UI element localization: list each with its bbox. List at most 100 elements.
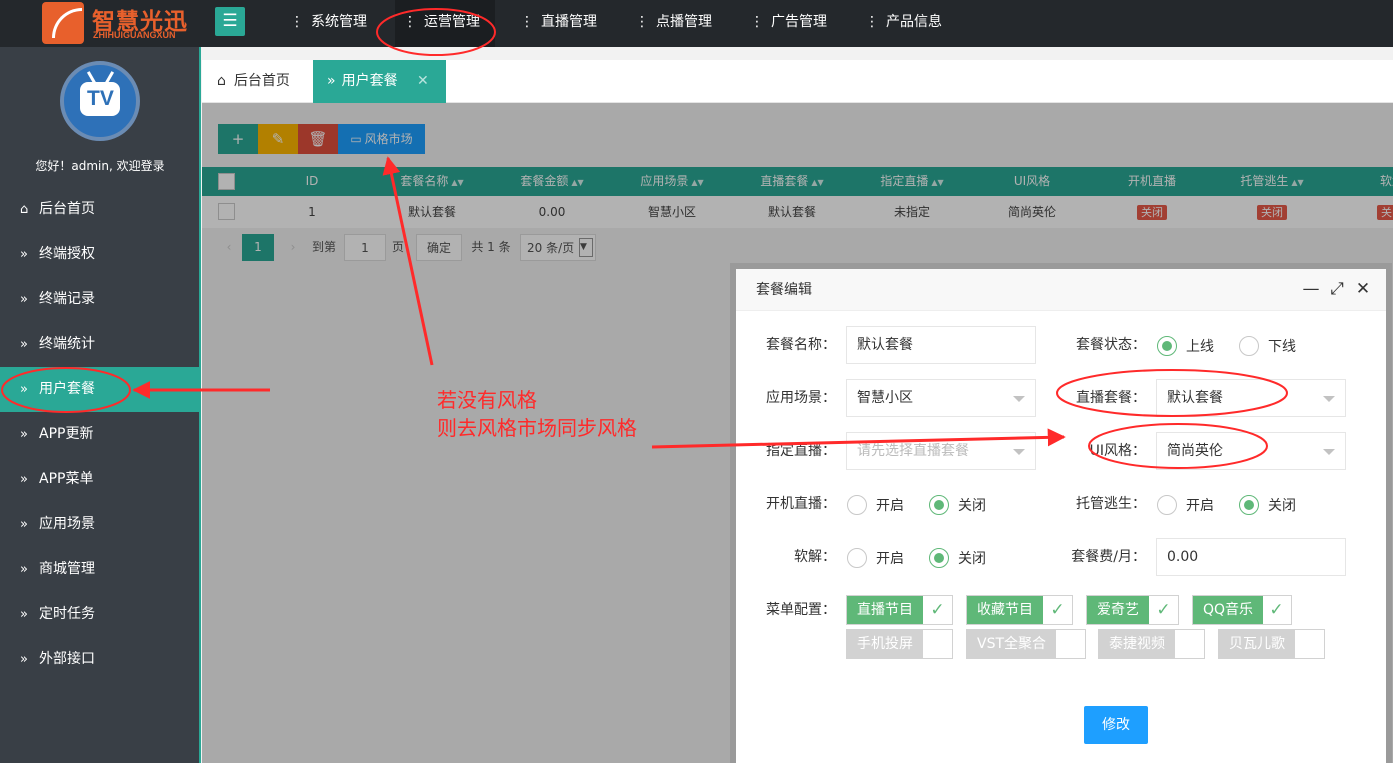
double-chevron-icon: » <box>20 337 28 352</box>
sidebar-item-label: 应用场景 <box>39 516 95 532</box>
menu-checkbox-vst[interactable]: VST全聚合 <box>966 629 1086 659</box>
escape-label: 托管逃生： <box>1076 496 1146 512</box>
package-edit-dialog: 套餐编辑 — ⤢ ✕ 套餐名称： 默认套餐 套餐状态： 上线 下线 应用场景： … <box>730 263 1392 763</box>
fee-label: 套餐费/月： <box>1071 549 1146 565</box>
checkbox-label: 直播节目 <box>847 596 923 624</box>
escape-off-radio[interactable] <box>1239 495 1259 515</box>
double-chevron-icon: » <box>20 427 28 442</box>
dots-icon: ⋮ <box>403 14 417 30</box>
double-chevron-icon: » <box>20 292 28 307</box>
chevron-down-icon <box>1323 449 1335 455</box>
menu-checkbox-live[interactable]: 直播节目 ✓ <box>846 595 953 625</box>
tv-icon: TV <box>80 82 120 116</box>
sidebar-item-app-menu[interactable]: » APP菜单 <box>0 457 199 502</box>
sidebar-item-label: 定时任务 <box>39 606 95 622</box>
scene-select[interactable]: 智慧小区 <box>846 379 1036 417</box>
sidebar-item-terminal-stats[interactable]: » 终端统计 <box>0 322 199 367</box>
dots-icon: ⋮ <box>865 14 879 30</box>
menu-checkbox-favorites[interactable]: 收藏节目 ✓ <box>966 595 1073 625</box>
annotation-text: 则去风格市场同步风格 <box>437 416 637 440</box>
menu-toggle-icon[interactable]: ☰ <box>215 7 245 36</box>
topnav-vod[interactable]: ⋮ 点播管理 <box>627 0 727 47</box>
escape-off-label: 关闭 <box>1268 498 1296 514</box>
ui-style-label: UI风格： <box>1089 443 1146 459</box>
double-chevron-icon: » <box>20 472 28 487</box>
scene-label: 应用场景： <box>766 390 836 406</box>
close-icon[interactable]: ✕ <box>1352 278 1374 300</box>
maximize-icon[interactable]: ⤢ <box>1326 278 1348 300</box>
tab-user-package[interactable]: » 用户套餐 ✕ <box>313 60 446 103</box>
checkbox-label: 爱奇艺 <box>1087 596 1149 624</box>
sidebar-item-label: APP菜单 <box>39 471 94 487</box>
menu-checkbox-screencast[interactable]: 手机投屏 <box>846 629 953 659</box>
topnav-label: 产品信息 <box>886 14 942 30</box>
menu-config-label: 菜单配置： <box>766 602 836 618</box>
checkbox-label: QQ音乐 <box>1193 596 1264 624</box>
select-value: 智慧小区 <box>857 390 913 406</box>
double-chevron-icon: » <box>20 652 28 667</box>
ui-style-select[interactable]: 简尚英伦 <box>1156 432 1346 470</box>
double-chevron-icon: » <box>20 382 28 397</box>
sidebar-item-label: APP更新 <box>39 426 94 442</box>
sidebar-item-label: 终端记录 <box>39 291 95 307</box>
boot-live-on-radio[interactable] <box>847 495 867 515</box>
topnav-label: 直播管理 <box>541 14 597 30</box>
soft-decode-label: 软解： <box>794 549 836 565</box>
tab-home[interactable]: ⌂ 后台首页 <box>202 60 313 102</box>
live-package-select[interactable]: 默认套餐 <box>1156 379 1346 417</box>
soft-decode-off-radio[interactable] <box>929 548 949 568</box>
sidebar-item-scheduled-tasks[interactable]: » 定时任务 <box>0 592 199 637</box>
chevron-down-icon <box>1013 449 1025 455</box>
topnav-product[interactable]: ⋮ 产品信息 <box>857 0 957 47</box>
topnav-operations[interactable]: ⋮ 运营管理 <box>395 0 495 47</box>
menu-checkbox-beva[interactable]: 贝瓦儿歌 <box>1218 629 1325 659</box>
checkbox-label: 收藏节目 <box>967 596 1043 624</box>
dots-icon: ⋮ <box>520 14 534 30</box>
soft-decode-on-radio[interactable] <box>847 548 867 568</box>
soft-decode-off-label: 关闭 <box>958 551 986 567</box>
status-online-radio[interactable] <box>1157 336 1177 356</box>
dots-icon: ⋮ <box>635 14 649 30</box>
double-chevron-icon: » <box>327 73 336 89</box>
chevron-down-icon <box>1323 396 1335 402</box>
menu-checkbox-qqmusic[interactable]: QQ音乐 ✓ <box>1192 595 1292 625</box>
escape-on-label: 开启 <box>1186 498 1214 514</box>
sidebar-item-terminal-auth[interactable]: » 终端授权 <box>0 232 199 277</box>
annotation-text: 若没有风格 <box>437 388 537 412</box>
assign-live-label: 指定直播： <box>766 443 836 459</box>
sidebar-item-external-api[interactable]: » 外部接口 <box>0 637 199 682</box>
double-chevron-icon: » <box>20 562 28 577</box>
topnav-ads[interactable]: ⋮ 广告管理 <box>742 0 842 47</box>
sidebar-item-user-package[interactable]: » 用户套餐 <box>0 367 199 412</box>
topnav-label: 系统管理 <box>311 14 367 30</box>
status-offline-label: 下线 <box>1268 339 1296 355</box>
topnav-label: 点播管理 <box>656 14 712 30</box>
topnav-system[interactable]: ⋮ 系统管理 <box>282 0 382 47</box>
double-chevron-icon: » <box>20 247 28 262</box>
boot-live-off-label: 关闭 <box>958 498 986 514</box>
topnav-live[interactable]: ⋮ 直播管理 <box>512 0 612 47</box>
sidebar-item-app-update[interactable]: » APP更新 <box>0 412 199 457</box>
dialog-header: 套餐编辑 — ⤢ ✕ <box>736 269 1386 311</box>
menu-checkbox-iqiyi[interactable]: 爱奇艺 ✓ <box>1086 595 1179 625</box>
boot-live-off-radio[interactable] <box>929 495 949 515</box>
menu-checkbox-taijie[interactable]: 泰捷视频 <box>1098 629 1205 659</box>
brand-logo: 智慧光迅 ZHIHUIGUANGXUN <box>38 0 198 47</box>
sidebar-item-terminal-records[interactable]: » 终端记录 <box>0 277 199 322</box>
sidebar-item-mall[interactable]: » 商城管理 <box>0 547 199 592</box>
checkbox-label: 贝瓦儿歌 <box>1219 630 1295 658</box>
submit-button[interactable]: 修改 <box>1084 706 1148 744</box>
escape-on-radio[interactable] <box>1157 495 1177 515</box>
boot-live-on-label: 开启 <box>876 498 904 514</box>
minimize-icon[interactable]: — <box>1300 278 1322 300</box>
package-name-input[interactable]: 默认套餐 <box>846 326 1036 364</box>
monthly-fee-input[interactable]: 0.00 <box>1156 538 1346 576</box>
double-chevron-icon: » <box>20 517 28 532</box>
sidebar-item-scenes[interactable]: » 应用场景 <box>0 502 199 547</box>
status-offline-radio[interactable] <box>1239 336 1259 356</box>
close-icon[interactable]: ✕ <box>417 60 429 103</box>
sidebar-item-home[interactable]: ⌂ 后台首页 <box>0 187 199 232</box>
assign-live-select[interactable]: 请先选择直播套餐 <box>846 432 1036 470</box>
check-icon: ✓ <box>1050 600 1065 620</box>
select-value: 默认套餐 <box>1167 390 1223 406</box>
